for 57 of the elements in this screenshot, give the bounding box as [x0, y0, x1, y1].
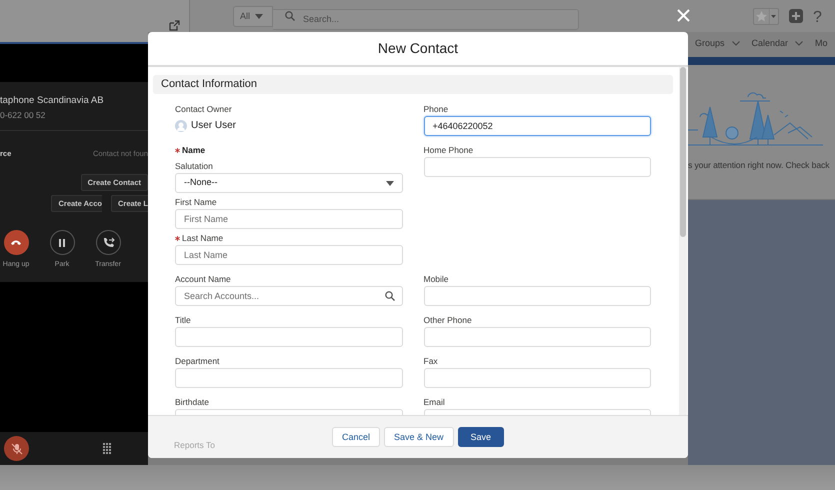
text-field[interactable]: +46406220052: [424, 116, 651, 136]
field-label: Salutation: [175, 161, 213, 172]
text-field[interactable]: [175, 327, 402, 347]
search-icon: [285, 11, 295, 21]
select-field[interactable]: --None--: [175, 173, 402, 193]
close-icon[interactable]: [677, 9, 690, 22]
field-label: Other Phone: [424, 315, 472, 326]
field-label: Title: [175, 315, 191, 326]
favorites-button[interactable]: [753, 8, 779, 25]
caret-icon: [386, 180, 394, 186]
star-icon: [754, 9, 769, 24]
field-label: Last Name: [182, 233, 224, 244]
field-label: Name: [182, 145, 206, 156]
footer-button[interactable]: Save & New: [384, 427, 454, 447]
field-label: Reports To: [174, 439, 215, 452]
text-field[interactable]: [424, 157, 651, 177]
scrollbar[interactable]: [679, 67, 687, 415]
empty-state-message: s your attention right now. Check back: [688, 159, 830, 172]
mute-button[interactable]: [4, 436, 29, 461]
footer-button[interactable]: Cancel: [332, 427, 380, 447]
field-label: Birthdate: [175, 397, 210, 408]
phone-hang-up-icon: [11, 240, 21, 246]
keypad-icon[interactable]: [103, 443, 111, 454]
required-icon: [175, 236, 180, 241]
required-icon: [175, 148, 180, 153]
text-field[interactable]: [424, 327, 651, 347]
chevron-down-icon: [795, 41, 804, 46]
field-label: Account Name: [175, 274, 231, 285]
caller-name: taphone Scandinavia AB: [0, 94, 105, 108]
chevron-down-icon: [732, 41, 740, 46]
caller-number: 0-622 00 52: [0, 109, 46, 122]
pause-icon: [59, 238, 65, 247]
field-label: Email: [424, 397, 445, 408]
modal-title: New Contact: [378, 39, 458, 58]
field-label: Department: [175, 356, 220, 367]
caret-icon: [769, 9, 778, 24]
save-button[interactable]: Save: [458, 427, 504, 447]
caret-icon: [255, 14, 264, 19]
text-field[interactable]: [175, 368, 402, 388]
text-field[interactable]: [424, 286, 651, 306]
field-label: First Name: [175, 197, 217, 208]
muted-microphone-icon: [10, 442, 22, 454]
plus-icon[interactable]: [789, 9, 803, 23]
avatar-icon: [175, 120, 187, 132]
field-label: Fax: [424, 356, 438, 367]
text-field[interactable]: Last Name: [175, 245, 402, 265]
section-header: Contact Information: [153, 75, 673, 94]
field-label: Home Phone: [424, 145, 474, 156]
search-field[interactable]: Search...: [273, 8, 579, 30]
owner-name[interactable]: User User: [191, 118, 236, 133]
search-icon: [384, 291, 394, 301]
external-link-icon[interactable]: [169, 20, 180, 31]
field-label: Contact Owner: [175, 104, 232, 115]
text-field[interactable]: [424, 368, 651, 388]
field-label: Phone: [424, 104, 448, 115]
text-field[interactable]: First Name: [175, 209, 402, 229]
field-label: Mobile: [424, 274, 449, 285]
